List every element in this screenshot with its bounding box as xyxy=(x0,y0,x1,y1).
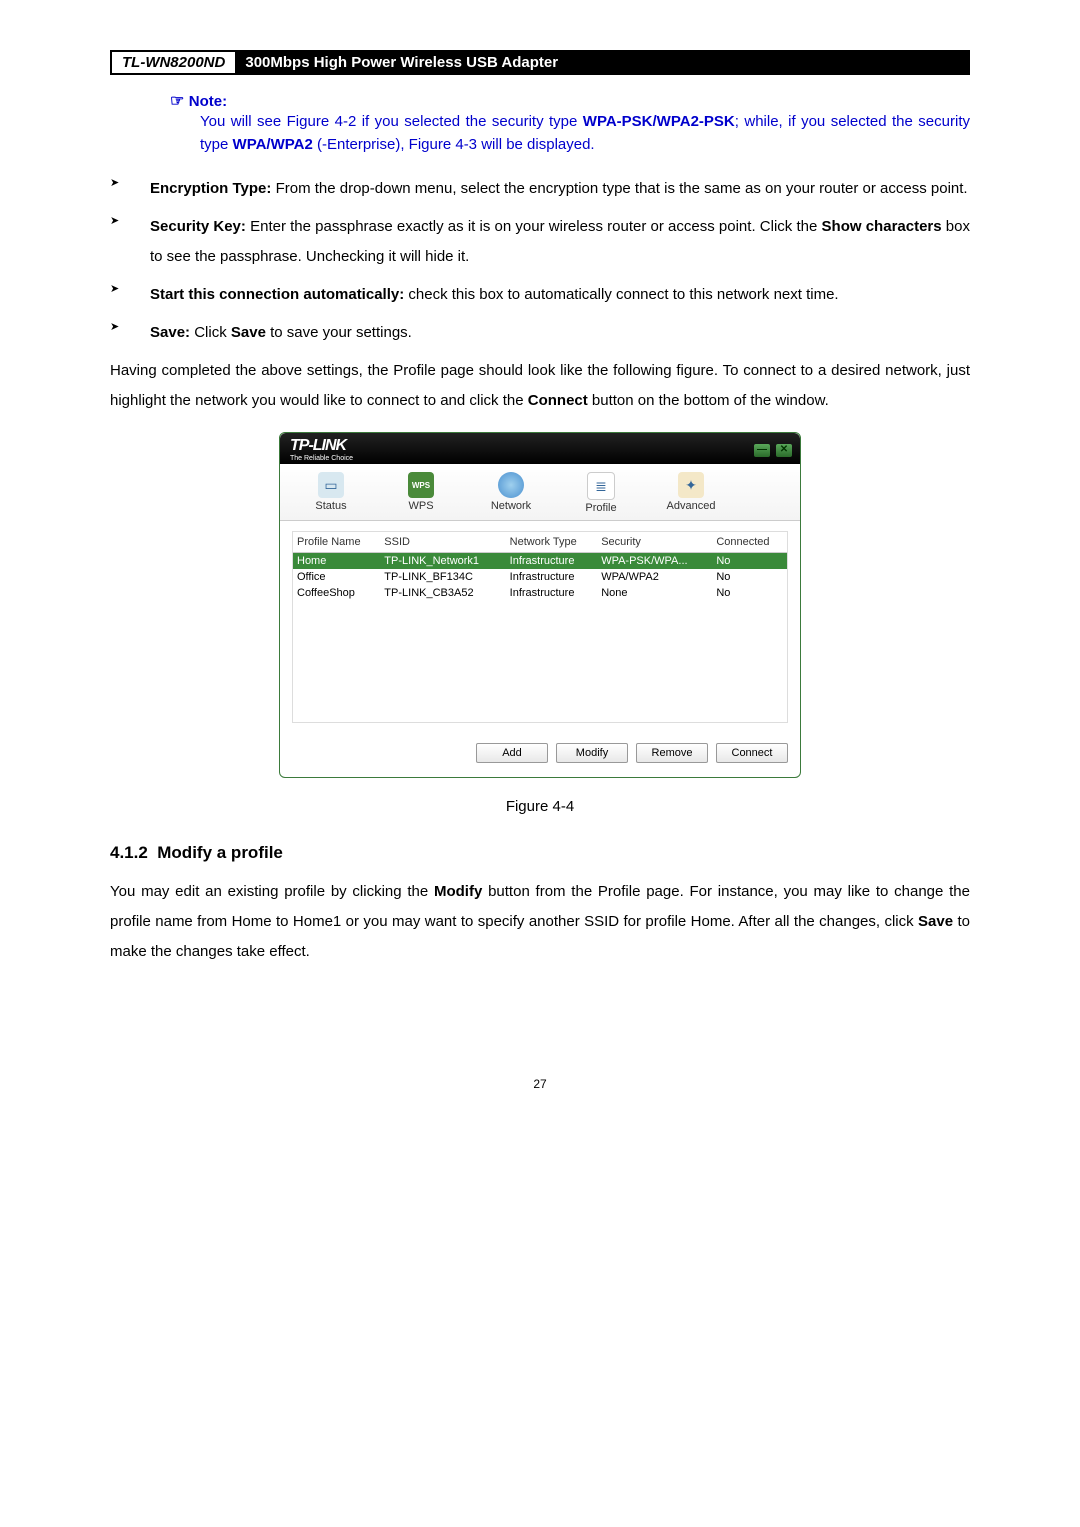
tab-network[interactable]: Network xyxy=(466,468,556,520)
page-number: 27 xyxy=(110,1077,970,1091)
bullet-marker-icon: ➤ xyxy=(110,318,150,348)
bullet-marker-icon: ➤ xyxy=(110,212,150,272)
tab-wps[interactable]: WPS WPS xyxy=(376,468,466,520)
header-desc: 300Mbps High Power Wireless USB Adapter xyxy=(235,52,968,73)
profile-table-wrap: Profile Name SSID Network Type Security … xyxy=(292,531,788,723)
note-hand-icon: ☞ xyxy=(170,93,189,110)
bullet-marker-icon: ➤ xyxy=(110,174,150,204)
bullet-list: ➤ Encryption Type: From the drop-down me… xyxy=(110,174,970,348)
col-security: Security xyxy=(597,532,712,553)
figure-caption: Figure 4-4 xyxy=(110,798,970,815)
connect-button[interactable]: Connect xyxy=(716,743,788,763)
status-icon: ▭ xyxy=(318,472,344,498)
app-titlebar: TP-LINK The Reliable Choice — ✕ xyxy=(280,433,800,464)
bullet-startauto: ➤ Start this connection automatically: c… xyxy=(110,280,970,310)
bullet-marker-icon: ➤ xyxy=(110,280,150,310)
tab-status[interactable]: ▭ Status xyxy=(286,468,376,520)
add-button[interactable]: Add xyxy=(476,743,548,763)
app-tabs: ▭ Status WPS WPS Network ≣ Profile ✦ Adv… xyxy=(280,464,800,521)
bullet-save: ➤ Save: Click Save to save your settings… xyxy=(110,318,970,348)
app-brand: TP-LINK The Reliable Choice xyxy=(290,437,353,462)
table-row[interactable]: Home TP-LINK_Network1 Infrastructure WPA… xyxy=(293,553,787,570)
header-model: TL-WN8200ND xyxy=(112,52,235,73)
col-network-type: Network Type xyxy=(506,532,598,553)
table-row[interactable]: Office TP-LINK_BF134C Infrastructure WPA… xyxy=(293,569,787,585)
close-icon[interactable]: ✕ xyxy=(776,444,792,457)
bullet-encryption: ➤ Encryption Type: From the drop-down me… xyxy=(110,174,970,204)
globe-icon xyxy=(498,472,524,498)
wps-icon: WPS xyxy=(408,472,434,498)
col-ssid: SSID xyxy=(380,532,505,553)
note: ☞ Note: You will see Figure 4-2 if you s… xyxy=(170,91,970,156)
paragraph-modify: You may edit an existing profile by clic… xyxy=(110,877,970,967)
table-header-row: Profile Name SSID Network Type Security … xyxy=(293,532,787,553)
modify-button[interactable]: Modify xyxy=(556,743,628,763)
col-connected: Connected xyxy=(712,532,787,553)
section-heading: 4.1.2 Modify a profile xyxy=(110,843,970,863)
note-text: You will see Figure 4-2 if you selected … xyxy=(200,111,970,156)
app-body: Profile Name SSID Network Type Security … xyxy=(280,521,800,733)
tab-profile[interactable]: ≣ Profile xyxy=(556,468,646,520)
gear-icon: ✦ xyxy=(678,472,704,498)
profile-table: Profile Name SSID Network Type Security … xyxy=(293,532,787,601)
minimize-icon[interactable]: — xyxy=(754,444,770,457)
profile-icon: ≣ xyxy=(587,472,615,500)
note-label: Note: xyxy=(189,93,227,110)
tab-advanced[interactable]: ✦ Advanced xyxy=(646,468,736,520)
window-controls: — ✕ xyxy=(751,443,792,457)
remove-button[interactable]: Remove xyxy=(636,743,708,763)
table-row[interactable]: CoffeeShop TP-LINK_CB3A52 Infrastructure… xyxy=(293,585,787,601)
paragraph-completed: Having completed the above settings, the… xyxy=(110,356,970,416)
page-header: TL-WN8200ND 300Mbps High Power Wireless … xyxy=(110,50,970,75)
app-window: TP-LINK The Reliable Choice — ✕ ▭ Status… xyxy=(279,432,801,778)
bullet-securitykey: ➤ Security Key: Enter the passphrase exa… xyxy=(110,212,970,272)
col-profile-name: Profile Name xyxy=(293,532,380,553)
app-button-row: Add Modify Remove Connect xyxy=(280,733,800,777)
